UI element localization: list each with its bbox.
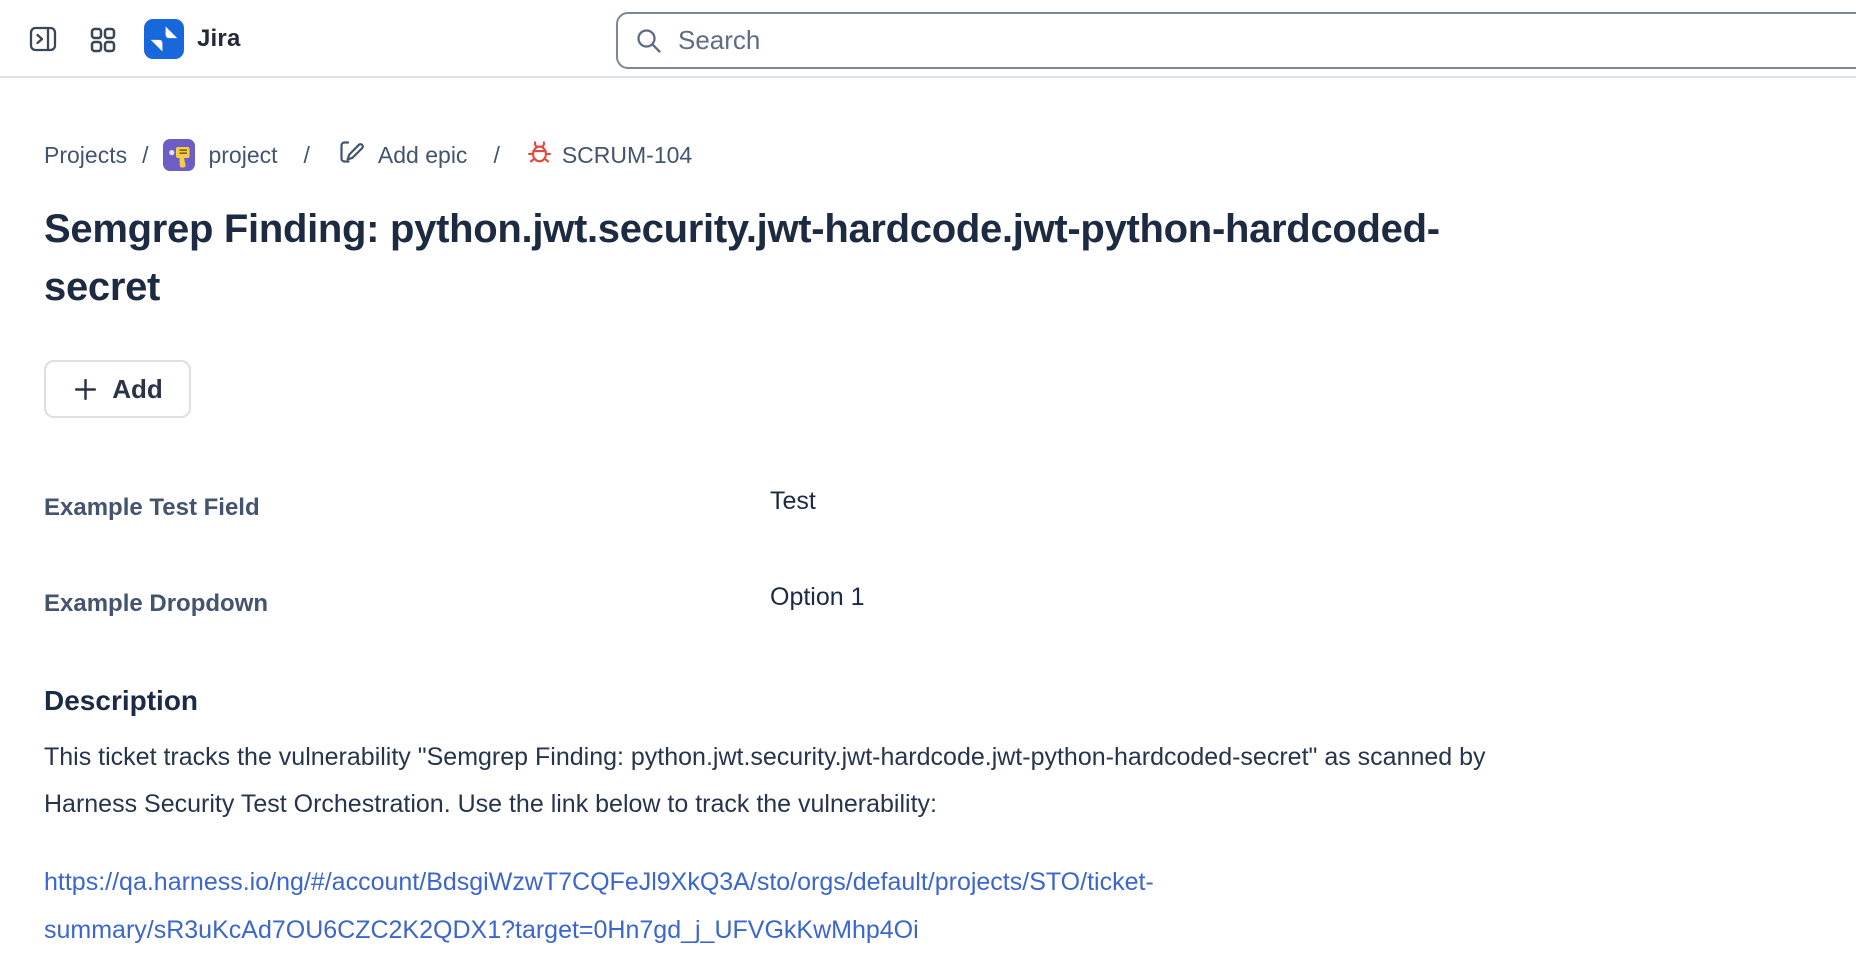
field-label: Example Dropdown bbox=[44, 588, 770, 620]
add-button-label: Add bbox=[112, 374, 163, 405]
search-input[interactable] bbox=[676, 24, 1856, 57]
plus-icon bbox=[72, 376, 99, 403]
sidebar-expand-icon bbox=[28, 25, 58, 53]
field-value[interactable]: Test bbox=[770, 485, 1856, 517]
field-label: Example Test Field bbox=[44, 492, 770, 524]
app-switcher-icon bbox=[90, 27, 116, 53]
field-row-example-test-field: Example Test Field Test bbox=[0, 492, 1856, 524]
app-switcher-button[interactable] bbox=[90, 27, 116, 53]
project-avatar-icon bbox=[163, 139, 195, 171]
breadcrumb-separator: / bbox=[304, 142, 310, 169]
description-section: Description This ticket tracks the vulne… bbox=[0, 684, 1856, 954]
breadcrumb-project[interactable]: project bbox=[163, 139, 277, 171]
breadcrumb-issue-key[interactable]: SCRUM-104 bbox=[526, 139, 692, 172]
jira-logo-icon[interactable] bbox=[144, 19, 184, 59]
breadcrumb-projects[interactable]: Projects bbox=[44, 142, 127, 169]
issue-title[interactable]: Semgrep Finding: python.jwt.security.jwt… bbox=[44, 200, 1504, 316]
sidebar-expand-button[interactable] bbox=[28, 25, 58, 53]
description-heading: Description bbox=[44, 684, 1856, 718]
breadcrumb-separator: / bbox=[493, 142, 499, 169]
description-body: This ticket tracks the vulnerability "Se… bbox=[44, 734, 1544, 828]
breadcrumb-add-epic[interactable]: Add epic bbox=[336, 137, 468, 173]
issue-view: Projects / project / bbox=[0, 138, 1856, 954]
custom-fields: Example Test Field Test Example Dropdown… bbox=[0, 492, 1856, 620]
top-navigation-bar: Jira bbox=[0, 0, 1856, 78]
search-bar bbox=[616, 12, 1856, 69]
app-title: Jira bbox=[197, 25, 241, 53]
add-button[interactable]: Add bbox=[44, 360, 191, 418]
bug-icon bbox=[526, 139, 553, 172]
vulnerability-link[interactable]: https://qa.harness.io/ng/#/account/Bdsgi… bbox=[44, 858, 1244, 954]
field-row-example-dropdown: Example Dropdown Option 1 bbox=[0, 588, 1856, 620]
breadcrumb-separator: / bbox=[142, 142, 148, 169]
search-icon bbox=[635, 27, 663, 55]
edit-icon bbox=[336, 137, 366, 173]
field-value[interactable]: Option 1 bbox=[770, 581, 1856, 613]
breadcrumb: Projects / project / bbox=[44, 138, 1856, 172]
